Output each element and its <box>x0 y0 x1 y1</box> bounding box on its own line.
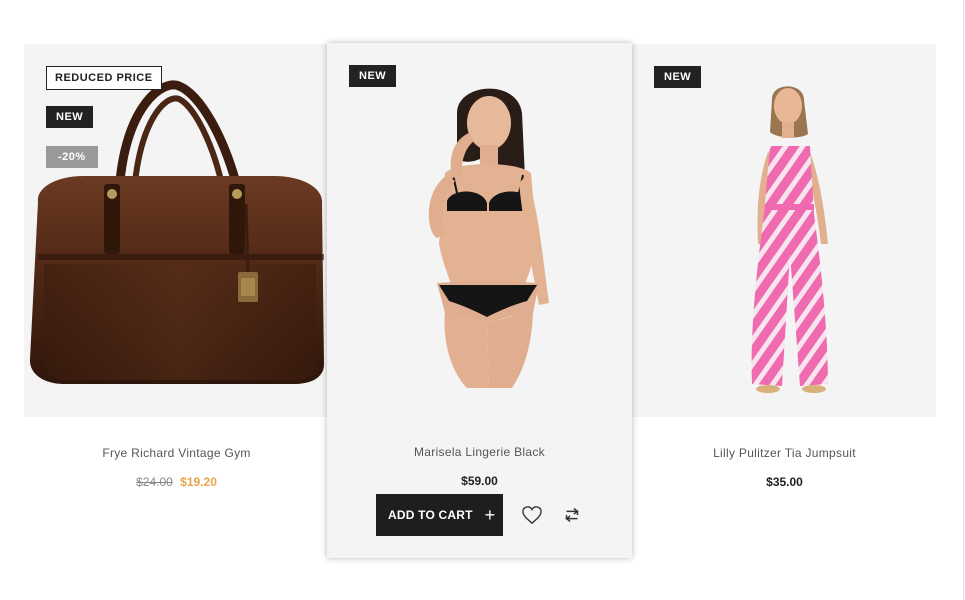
product-image-bag[interactable] <box>24 44 329 417</box>
add-to-cart-label: ADD TO CART <box>388 508 473 522</box>
product-title[interactable]: Frye Richard Vintage Gym <box>24 446 329 460</box>
sale-price: $19.20 <box>180 475 217 489</box>
badge-new: NEW <box>349 65 397 87</box>
product-image-area[interactable]: NEW <box>632 44 936 417</box>
page-edge-line <box>963 0 964 600</box>
old-price: $24.00 <box>136 475 173 489</box>
product-info: Lilly Pulitzer Tia Jumpsuit $35.00 <box>632 446 937 489</box>
product-card-frye-bag[interactable]: REDUCED PRICE NEW -20% Frye Richard Vint… <box>24 44 329 489</box>
compare-icon[interactable] <box>561 504 583 526</box>
product-image-area[interactable]: REDUCED PRICE NEW -20% <box>24 44 329 417</box>
price: $35.00 <box>766 475 803 489</box>
product-info: Frye Richard Vintage Gym $24.00 $19.20 <box>24 446 329 489</box>
product-image-area[interactable]: NEW <box>327 43 632 416</box>
product-actions: ADD TO CART + <box>327 494 632 536</box>
product-image-model-jumpsuit[interactable] <box>632 44 936 417</box>
product-info: Marisela Lingerie Black $59.00 ADD TO CA… <box>327 445 632 536</box>
product-card-marisela-lingerie[interactable]: NEW Marisela Lingerie Black $59.00 ADD T… <box>327 43 632 558</box>
price-block: $35.00 <box>632 475 937 489</box>
plus-icon: + <box>484 505 496 525</box>
wishlist-heart-icon[interactable] <box>521 504 543 526</box>
product-title[interactable]: Marisela Lingerie Black <box>327 445 632 459</box>
price: $59.00 <box>461 474 498 488</box>
price-block: $24.00 $19.20 <box>24 475 329 489</box>
product-title[interactable]: Lilly Pulitzer Tia Jumpsuit <box>632 446 937 460</box>
badge-reduced-price: REDUCED PRICE <box>46 66 162 90</box>
add-to-cart-button[interactable]: ADD TO CART + <box>376 494 503 536</box>
badge-new: NEW <box>46 106 94 128</box>
product-card-lilly-jumpsuit[interactable]: NEW Lilly Pulitzer Tia Jumpsuit $35.00 <box>632 44 937 489</box>
price-block: $59.00 <box>327 474 632 488</box>
badge-discount: -20% <box>46 146 98 168</box>
badge-new: NEW <box>654 66 702 88</box>
product-image-model-lingerie[interactable] <box>327 43 632 416</box>
